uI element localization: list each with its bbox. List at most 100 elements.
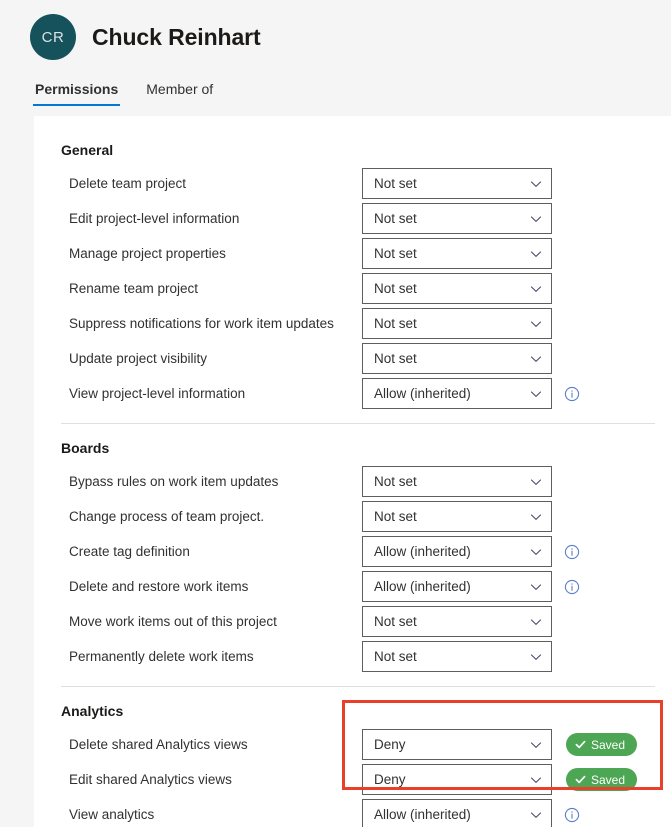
permission-row: Delete and restore work items Allow (inhe…	[34, 569, 671, 604]
permission-dropdown[interactable]: Not set	[362, 168, 552, 199]
permission-row: Change process of team project. Not set	[34, 499, 671, 534]
permission-dropdown-value: Not set	[374, 649, 417, 664]
chevron-down-icon	[530, 248, 542, 260]
chevron-down-icon	[530, 388, 542, 400]
section-analytics: AnalyticsDelete shared Analytics viewsDe…	[34, 701, 671, 827]
permission-dropdown[interactable]: Not set	[362, 606, 552, 637]
permission-row: Edit shared Analytics views Deny Saved	[34, 762, 671, 797]
permission-row: Bypass rules on work item updates Not set	[34, 464, 671, 499]
status-badge: Saved	[566, 768, 637, 791]
permission-row: Edit project-level information Not set	[34, 201, 671, 236]
permission-dropdown[interactable]: Not set	[362, 308, 552, 339]
section-title: Boards	[34, 438, 671, 458]
permission-dropdown-value: Not set	[374, 176, 417, 191]
chevron-down-icon	[530, 616, 542, 628]
info-icon[interactable]	[564, 544, 580, 560]
permission-row: View project-level information Allow (inh…	[34, 376, 671, 411]
section-title: Analytics	[34, 701, 671, 721]
chevron-down-icon	[530, 476, 542, 488]
chevron-down-icon	[530, 511, 542, 523]
permission-dropdown[interactable]: Deny	[362, 764, 552, 795]
tab-bar: Permissions Member of	[0, 72, 671, 106]
info-icon[interactable]	[564, 579, 580, 595]
permission-label: Bypass rules on work item updates	[69, 473, 362, 491]
permission-dropdown[interactable]: Not set	[362, 466, 552, 497]
chevron-down-icon	[530, 213, 542, 225]
permission-row: Rename team project Not set	[34, 271, 671, 306]
permission-row: Delete team projectNot set	[34, 166, 671, 201]
permission-dropdown-value: Not set	[374, 614, 417, 629]
permission-row: View analytics Allow (inherited)	[34, 797, 671, 827]
permission-dropdown-value: Not set	[374, 474, 417, 489]
info-icon[interactable]	[564, 386, 580, 402]
permission-dropdown-value: Deny	[374, 737, 406, 752]
section-divider	[61, 686, 655, 687]
permission-dropdown[interactable]: Not set	[362, 273, 552, 304]
permission-label: Update project visibility	[69, 350, 362, 368]
permission-label: View analytics	[69, 806, 362, 824]
status-badge-label: Saved	[591, 738, 625, 752]
check-icon	[575, 774, 586, 785]
permission-dropdown-value: Not set	[374, 351, 417, 366]
permission-dropdown[interactable]: Not set	[362, 238, 552, 269]
permission-row: Create tag definition Allow (inherited)	[34, 534, 671, 569]
avatar: CR	[30, 14, 76, 60]
chevron-down-icon	[530, 581, 542, 593]
tab-permissions[interactable]: Permissions	[33, 81, 120, 106]
info-icon[interactable]	[564, 807, 580, 823]
permission-label: Manage project properties	[69, 245, 362, 263]
permission-dropdown-value: Allow (inherited)	[374, 807, 471, 822]
tab-member-of[interactable]: Member of	[144, 81, 215, 106]
permissions-card: GeneralDelete team projectNot setEdit pr…	[34, 116, 671, 827]
permission-label: Edit shared Analytics views	[69, 771, 362, 789]
permission-dropdown-value: Allow (inherited)	[374, 579, 471, 594]
page-header: CR Chuck Reinhart Permissions Member of	[0, 0, 671, 116]
permission-label: Edit project-level information	[69, 210, 362, 228]
permission-label: Change process of team project.	[69, 508, 362, 526]
chevron-down-icon	[530, 739, 542, 751]
permission-dropdown[interactable]: Not set	[362, 203, 552, 234]
permission-dropdown[interactable]: Allow (inherited)	[362, 378, 552, 409]
permission-row: Update project visibility Not set	[34, 341, 671, 376]
permission-dropdown-value: Deny	[374, 772, 406, 787]
permission-row: Permanently delete work items Not set	[34, 639, 671, 674]
permission-dropdown[interactable]: Not set	[362, 641, 552, 672]
permission-label: Permanently delete work items	[69, 648, 362, 666]
permission-dropdown[interactable]: Deny	[362, 729, 552, 760]
permission-dropdown[interactable]: Allow (inherited)	[362, 799, 552, 827]
page-title: Chuck Reinhart	[92, 24, 261, 51]
permission-dropdown[interactable]: Allow (inherited)	[362, 536, 552, 567]
permission-dropdown-value: Not set	[374, 509, 417, 524]
chevron-down-icon	[530, 353, 542, 365]
permission-row: Suppress notifications for work item upd…	[34, 306, 671, 341]
chevron-down-icon	[530, 651, 542, 663]
permission-dropdown-value: Not set	[374, 211, 417, 226]
permission-label: Delete and restore work items	[69, 578, 362, 596]
permission-label: View project-level information	[69, 385, 362, 403]
check-icon	[575, 739, 586, 750]
chevron-down-icon	[530, 809, 542, 821]
permission-dropdown[interactable]: Not set	[362, 501, 552, 532]
user-identity: CR Chuck Reinhart	[0, 0, 671, 62]
section-title: General	[34, 140, 671, 160]
permission-dropdown-value: Not set	[374, 246, 417, 261]
permission-dropdown-value: Allow (inherited)	[374, 386, 471, 401]
permission-label: Create tag definition	[69, 543, 362, 561]
permission-dropdown-value: Allow (inherited)	[374, 544, 471, 559]
status-badge: Saved	[566, 733, 637, 756]
permission-label: Delete shared Analytics views	[69, 736, 362, 754]
chevron-down-icon	[530, 774, 542, 786]
section-divider	[61, 423, 655, 424]
permission-dropdown-value: Not set	[374, 316, 417, 331]
permission-label: Rename team project	[69, 280, 362, 298]
chevron-down-icon	[530, 283, 542, 295]
permission-dropdown[interactable]: Allow (inherited)	[362, 571, 552, 602]
permission-dropdown-value: Not set	[374, 281, 417, 296]
permission-row: Move work items out of this project Not s…	[34, 604, 671, 639]
permission-row: Delete shared Analytics views Deny Saved	[34, 727, 671, 762]
section-general: GeneralDelete team projectNot setEdit pr…	[34, 140, 671, 411]
permission-dropdown[interactable]: Not set	[362, 343, 552, 374]
permission-label: Move work items out of this project	[69, 613, 362, 631]
chevron-down-icon	[530, 318, 542, 330]
status-badge-label: Saved	[591, 773, 625, 787]
